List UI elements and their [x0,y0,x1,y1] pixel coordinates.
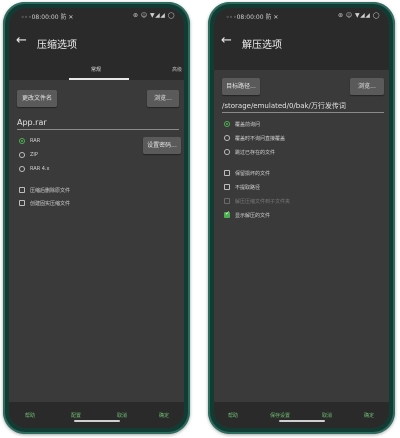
checkbox-label: 不提取路径 [235,185,261,191]
radio-label: 覆盖前询问 [235,122,261,128]
page-title: 解压选项 [242,40,282,51]
checkbox-label: 保留损坏的文件 [235,171,271,177]
ok-button[interactable]: 确定 [159,412,169,419]
browse-button[interactable]: 浏览... [350,78,384,95]
status-time: ◦◦◦08:00:00 防 ✕ [21,14,74,21]
archive-name-underline [17,129,179,130]
checkbox-label: 创建固实压缩文件 [30,201,71,207]
tab-bar: 常规 高级 [9,62,184,80]
status-bar: ◦◦◦08:00:00 防 ✕ ⊛ ☺ ▼◢◢ ◯ [214,8,389,22]
phone-left: ◦◦◦08:00:00 防 ✕ ⊛ ☺ ▼◢◢ ◯ ← 压缩选项 常规 高级 更… [3,2,190,434]
extract-path[interactable]: /storage/emulated/0/bak/万行发传词 [222,101,346,111]
checkbox-solid-archive[interactable] [19,200,25,206]
ok-button[interactable]: 确定 [364,412,374,419]
checkmark-icon: ✓ [225,210,231,217]
checkbox-show-extracted[interactable]: ✓ [224,210,231,218]
radio-skip-existing[interactable] [224,149,230,155]
radio-ask-before-overwrite[interactable] [224,121,230,127]
tab-advanced[interactable]: 高级 [172,66,182,73]
radio-zip[interactable] [19,152,25,158]
radio-rar4[interactable] [19,166,25,172]
back-arrow-icon[interactable]: ← [16,33,27,48]
app-bar: ← 解压选项 [214,22,389,70]
checkbox-keep-broken[interactable] [224,170,230,176]
status-bar: ◦◦◦08:00:00 防 ✕ ⊛ ☺ ▼◢◢ ◯ [9,8,184,22]
radio-rar[interactable] [19,138,25,144]
radio-label: RAR [30,138,41,144]
radio-label: 覆盖时不询问直接覆盖 [235,136,286,142]
radio-label: RAR 4.x [30,166,50,172]
footer-bar: 帮助 配置 取消 确定 [9,402,184,428]
change-filename-button[interactable]: 更改文件名 [17,90,57,107]
extract-path-underline [222,112,384,113]
help-button[interactable]: 帮助 [228,412,238,419]
status-time: ◦◦◦08:00:00 防 ✕ [226,14,279,21]
config-button[interactable]: 配置 [71,412,81,419]
archive-name[interactable]: App.rar [17,118,47,127]
gesture-bar [73,420,120,422]
tab-indicator [69,78,129,80]
checkbox-label: 显示解压的文件 [235,213,271,219]
compress-options-screen: ◦◦◦08:00:00 防 ✕ ⊛ ☺ ▼◢◢ ◯ ← 压缩选项 常规 高级 更… [9,8,184,428]
target-path-button[interactable]: 目标路径... [222,78,260,95]
set-password-button[interactable]: 设置密码... [143,137,181,154]
page-title: 压缩选项 [37,40,77,51]
radio-label: ZIP [30,152,38,158]
checkbox-delete-after[interactable] [19,187,25,193]
checkbox-extract-to-subfolder [224,198,230,204]
help-button[interactable]: 帮助 [25,412,35,419]
footer-bar: 帮助 保存设置 取消 确定 [214,402,389,428]
cancel-button[interactable]: 取消 [117,412,127,419]
checkbox-label: 压缩后删除原文件 [30,188,71,194]
cancel-button[interactable]: 取消 [322,412,332,419]
status-icons: ⊛ ☺ ▼◢◢ ◯ [337,12,380,19]
phone-right: ◦◦◦08:00:00 防 ✕ ⊛ ☺ ▼◢◢ ◯ ← 解压选项 目标路径...… [208,2,395,434]
browse-button[interactable]: 浏览... [147,90,179,107]
status-icons: ⊛ ☺ ▼◢◢ ◯ [132,12,175,19]
app-bar: ← 压缩选项 [9,22,184,62]
checkbox-label: 解压压缩文件到子文件夹 [235,199,291,205]
extract-options-screen: ◦◦◦08:00:00 防 ✕ ⊛ ☺ ▼◢◢ ◯ ← 解压选项 目标路径...… [214,8,389,428]
tab-general[interactable]: 常规 [91,66,101,73]
radio-label: 跳过已存在的文件 [235,150,276,156]
checkbox-no-paths[interactable] [224,184,230,190]
save-settings-button[interactable]: 保存设置 [270,412,290,419]
radio-overwrite-without-prompt[interactable] [224,135,230,141]
back-arrow-icon[interactable]: ← [221,33,232,48]
gesture-bar [278,420,325,422]
